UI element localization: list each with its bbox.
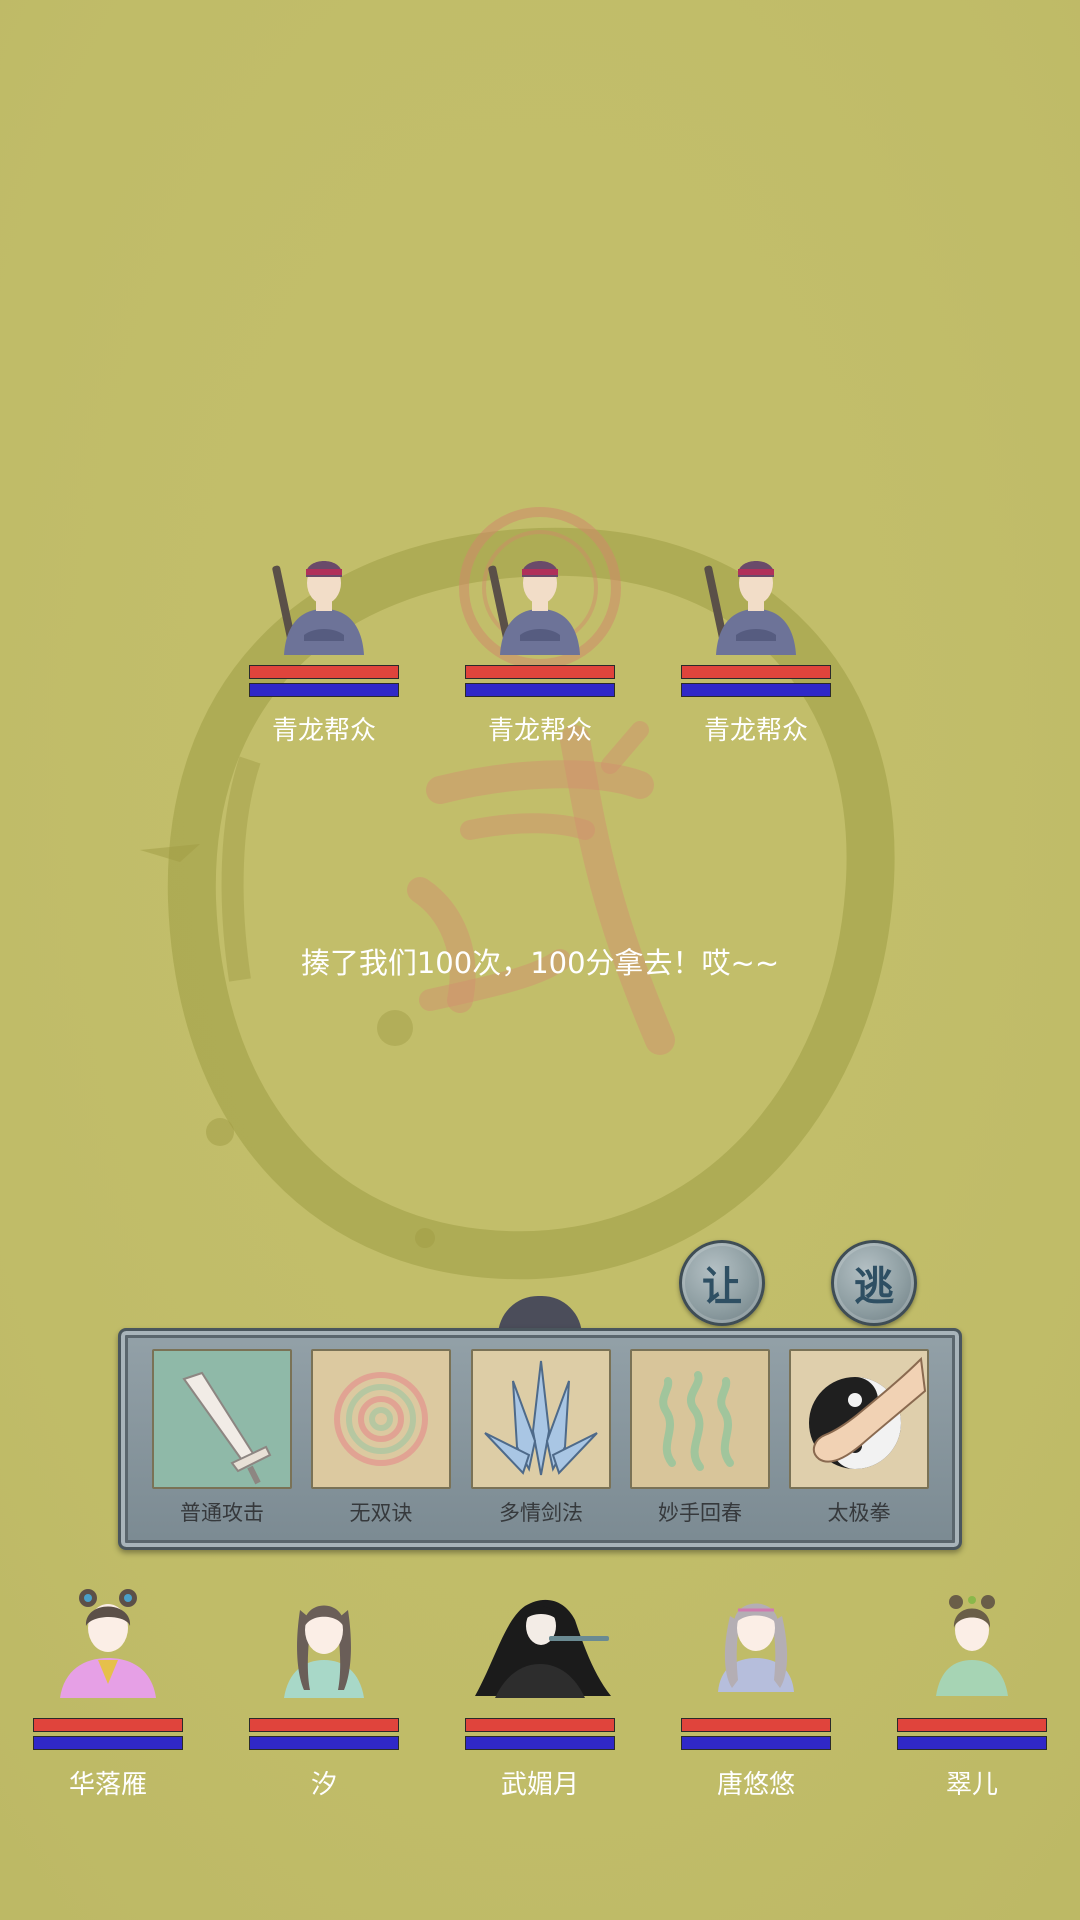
bandit-with-staff-icon [272, 561, 364, 655]
healing-wave-icon [659, 1371, 734, 1471]
party-name: 华落雁 [68, 1770, 147, 1800]
bandit-with-staff-icon [704, 561, 796, 655]
skill-panel: 普通攻击 无双诀 多情剑法 妙手回春 太极拳 [118, 1328, 962, 1550]
bandit-with-staff-icon [488, 561, 580, 655]
party-name: 唐悠悠 [716, 1770, 795, 1800]
skill-duoqing-sword[interactable]: 多情剑法 [471, 1349, 611, 1527]
party-mp-bar [465, 1736, 615, 1750]
party-mp-bar [681, 1736, 831, 1750]
skill-label: 多情剑法 [499, 1501, 583, 1525]
party-name: 翠儿 [945, 1770, 998, 1800]
skill-label: 太极拳 [827, 1501, 891, 1525]
enemy-name: 青龙帮众 [703, 716, 808, 746]
enemy-hp-bar [681, 665, 831, 679]
skill-normal-attack[interactable]: 普通攻击 [152, 1349, 292, 1527]
party-hp-bar [33, 1718, 183, 1732]
skill-wushuang[interactable]: 无双诀 [311, 1349, 451, 1527]
party-hp-bar [249, 1718, 399, 1732]
enemy-mp-bar [465, 683, 615, 697]
heroine-silver-hair-icon [718, 1603, 794, 1692]
yield-button[interactable]: 让 [679, 1240, 765, 1326]
enemy-hp-bar [249, 665, 399, 679]
enemy-mp-bar [681, 683, 831, 697]
enemy-name: 青龙帮众 [487, 716, 592, 746]
flee-button[interactable]: 逃 [831, 1240, 917, 1326]
skill-taiji-fist[interactable]: 太极拳 [789, 1349, 929, 1527]
heroine-pink-robe-icon [60, 1589, 156, 1698]
enemy-hp-bar [465, 665, 615, 679]
party-hp-bar [897, 1718, 1047, 1732]
yin-yang-fist-icon [809, 1356, 927, 1469]
enemy-mp-bar [249, 683, 399, 697]
party-mp-bar [897, 1736, 1047, 1750]
multi-blade-icon [484, 1360, 598, 1476]
enemy-name: 青龙帮众 [271, 716, 376, 746]
heroine-green-robe-icon [936, 1595, 1008, 1696]
sword-icon [182, 1371, 272, 1485]
party-name: 武媚月 [500, 1770, 579, 1800]
party-mp-bar [249, 1736, 399, 1750]
battle-message: 揍了我们100次，100分拿去！哎~~ [300, 946, 780, 980]
party-name: 汐 [310, 1770, 337, 1800]
heroine-flute-icon [475, 1599, 611, 1698]
party-hp-bar [465, 1718, 615, 1732]
skill-label: 普通攻击 [180, 1501, 264, 1525]
heroine-braids-icon [284, 1605, 364, 1698]
skill-miaoshou-huichun[interactable]: 妙手回春 [630, 1349, 770, 1527]
skill-label: 妙手回春 [658, 1501, 742, 1525]
party-mp-bar [33, 1736, 183, 1750]
spiral-icon [334, 1372, 428, 1466]
party-hp-bar [681, 1718, 831, 1732]
skill-label: 无双诀 [349, 1501, 413, 1525]
